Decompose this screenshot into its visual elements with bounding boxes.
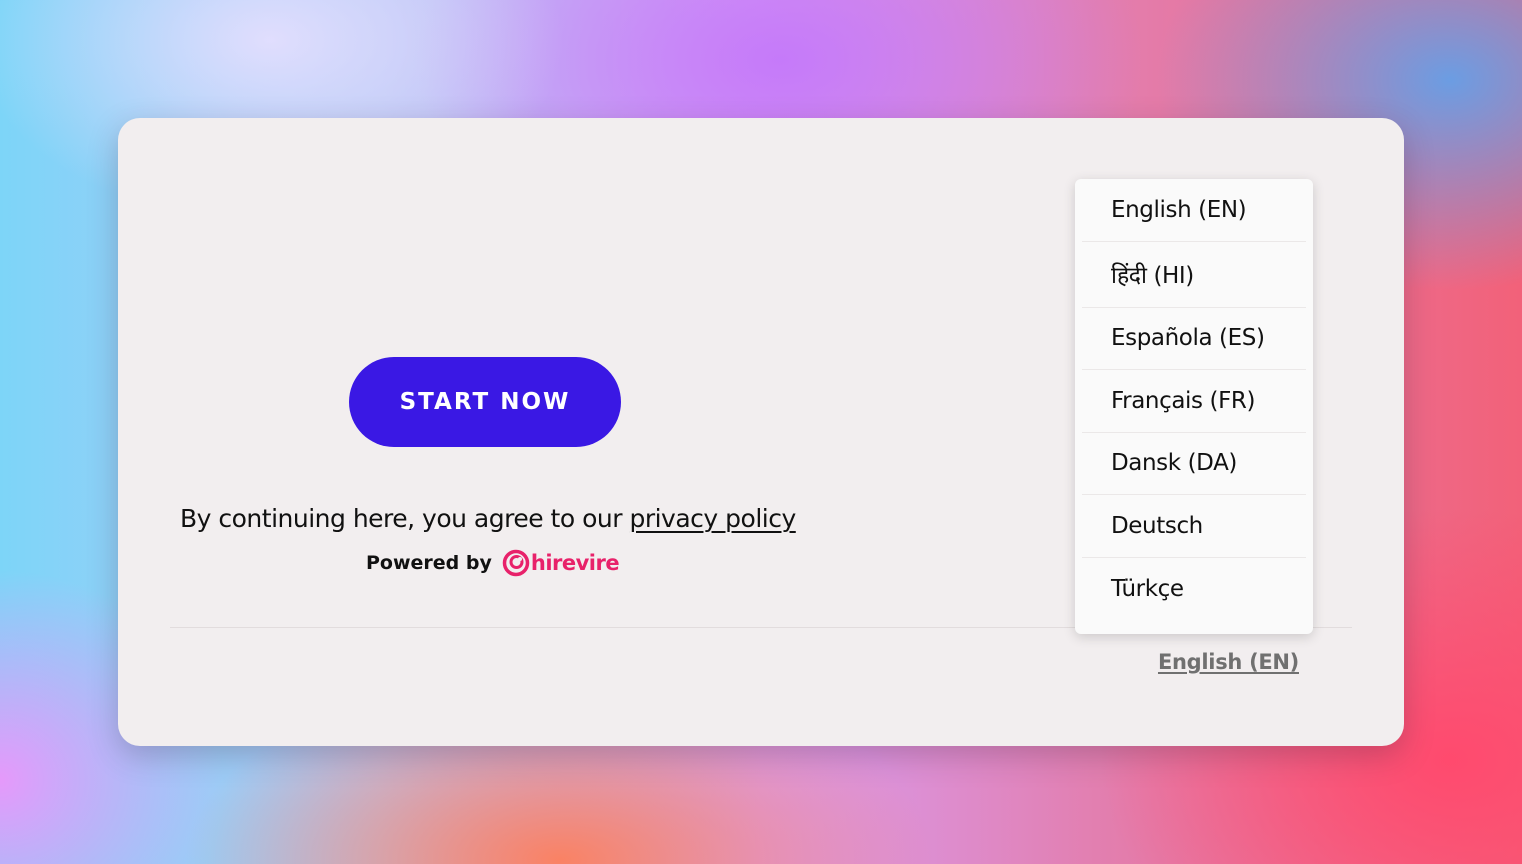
language-option-de[interactable]: Deutsch bbox=[1082, 495, 1306, 558]
language-option-hi[interactable]: हिंदी (HI) bbox=[1082, 242, 1306, 308]
powered-by: Powered by hirevire bbox=[366, 546, 620, 580]
privacy-consent-text: By continuing here, you agree to our pri… bbox=[180, 504, 800, 533]
language-option-en[interactable]: English (EN) bbox=[1082, 179, 1306, 242]
language-option-fr[interactable]: Français (FR) bbox=[1082, 370, 1306, 433]
language-option-tr[interactable]: Türkçe bbox=[1082, 558, 1306, 621]
hirevire-brand-text: hirevire bbox=[530, 551, 620, 575]
main-card: START NOW By continuing here, you agree … bbox=[118, 118, 1404, 746]
language-option-es[interactable]: Española (ES) bbox=[1082, 308, 1306, 370]
powered-by-label: Powered by bbox=[366, 552, 492, 574]
hirevire-logo-icon bbox=[502, 549, 530, 577]
language-dropdown-menu: English (EN) हिंदी (HI) Española (ES) Fr… bbox=[1075, 179, 1313, 634]
language-selector[interactable]: English (EN) bbox=[1158, 650, 1299, 674]
consent-prefix: By continuing here, you agree to our bbox=[180, 504, 630, 533]
start-now-button[interactable]: START NOW bbox=[349, 357, 621, 447]
privacy-policy-link[interactable]: privacy policy bbox=[629, 504, 796, 533]
language-option-da[interactable]: Dansk (DA) bbox=[1082, 433, 1306, 495]
hirevire-logo[interactable]: hirevire bbox=[502, 549, 620, 577]
